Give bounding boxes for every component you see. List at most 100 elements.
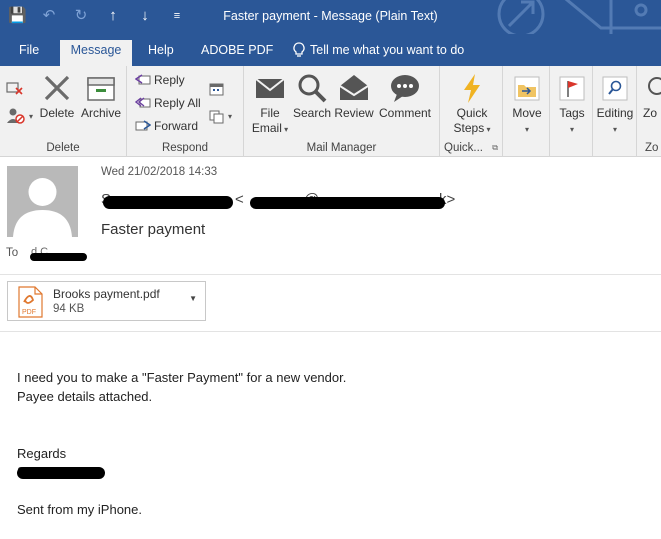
header-divider (0, 274, 661, 275)
file-email-caret: ▾ (281, 125, 289, 134)
delete-group: ▾ Delete Archive Delete (0, 66, 127, 157)
speech-bubble-icon (391, 75, 419, 102)
more-respond-icon (209, 110, 224, 124)
zoom-group: Zo Zo (637, 66, 661, 157)
more-respond-caret: ▾ (228, 111, 233, 121)
comment-label: Comment (378, 106, 431, 120)
forward-label: Forward (154, 119, 199, 133)
magnifier-icon (298, 74, 327, 103)
mail-manager-group: File Email ▾ Search Review Comment Mail … (244, 66, 440, 157)
envelope-icon (255, 78, 285, 98)
tell-me-search[interactable]: Tell me what you want to do (284, 40, 473, 66)
delete-label: Delete (39, 106, 75, 120)
find-icon (602, 76, 628, 101)
zoom-button[interactable]: Zo (643, 72, 661, 121)
flag-icon (559, 76, 585, 101)
forward-icon (135, 120, 151, 131)
tell-me-label: Tell me what you want to do (310, 43, 465, 57)
ignore-icon (6, 82, 23, 95)
respond-group-label: Respond (161, 142, 209, 154)
editing-caret: ▾ (612, 125, 617, 134)
delete-x-icon (44, 75, 70, 101)
body-line-1: I need you to make a "Faster Payment" fo… (17, 370, 347, 385)
delete-button[interactable]: Delete (38, 72, 76, 121)
tags-caret: ▾ (569, 125, 574, 134)
person-silhouette-icon (13, 178, 72, 237)
body-sent-from: Sent from my iPhone. (17, 502, 142, 517)
attachment-divider (0, 331, 661, 332)
tab-message[interactable]: Message (60, 40, 132, 66)
zoom-icon (648, 77, 661, 95)
file-email-button[interactable]: File Email ▾ (250, 72, 290, 137)
archive-button[interactable]: Archive (79, 72, 123, 121)
tags-button[interactable]: Tags ▾ (553, 72, 591, 137)
move-label: Move (512, 106, 542, 120)
tags-group: Tags ▾ (550, 66, 593, 157)
editing-button[interactable]: Editing ▾ (595, 72, 635, 137)
open-envelope-icon (339, 75, 369, 100)
file-email-label-line2: Email (251, 121, 282, 135)
respond-group: Reply Reply All Forward ▾ Respond (127, 66, 244, 157)
review-button[interactable]: Review (333, 72, 375, 121)
meeting-icon (209, 83, 224, 96)
file-email-label-line1: File (260, 106, 280, 120)
redaction-mark (17, 467, 105, 479)
archive-box-icon (87, 77, 115, 101)
avatar (7, 166, 78, 237)
zoom-group-label: Zo (645, 142, 659, 154)
title-bar: 💾 ↶ ↻ ↑ ↓ ≡ Faster payment - Message (Pl… (0, 0, 661, 34)
message-date: Wed 21/02/2018 14:33 (101, 166, 218, 178)
attachment-name: Brooks payment.pdf (53, 287, 160, 301)
search-button[interactable]: Search (292, 72, 332, 121)
redaction-mark (250, 197, 445, 209)
quick-steps-group: Quick Steps ▾ Quick... ⧉ (440, 66, 503, 157)
tab-adobe-pdf[interactable]: ADOBE PDF (192, 40, 282, 66)
attachment-dropdown-icon[interactable]: ▼ (189, 294, 197, 303)
reply-all-button[interactable]: Reply All (135, 93, 201, 113)
attachment-size: 94 KB (53, 303, 85, 315)
review-label: Review (334, 106, 374, 120)
move-button[interactable]: Move ▾ (507, 72, 547, 137)
junk-button[interactable]: ▾ (6, 106, 33, 126)
comment-button[interactable]: Comment (377, 72, 433, 121)
quick-steps-label-line2: Steps (453, 121, 485, 135)
pdf-type-label: PDF (22, 309, 36, 316)
junk-icon (7, 108, 25, 124)
lightbulb-icon (293, 42, 305, 57)
ignore-button[interactable] (6, 78, 24, 98)
move-group: Move ▾ (503, 66, 550, 157)
dialog-launcher-icon[interactable]: ⧉ (492, 143, 498, 153)
reply-label: Reply (154, 73, 185, 87)
reply-all-icon (135, 97, 151, 108)
reply-all-label: Reply All (154, 96, 201, 110)
body-regards: Regards (17, 446, 67, 461)
mail-manager-group-label: Mail Manager (306, 142, 377, 154)
quick-steps-label-line1: Quick (456, 106, 488, 120)
delete-group-label: Delete (46, 142, 80, 154)
tab-file[interactable]: File (10, 40, 48, 66)
sender-email-open: < (235, 191, 244, 208)
redaction-mark (103, 196, 233, 209)
message-subject: Faster payment (101, 221, 206, 238)
quick-steps-button[interactable]: Quick Steps ▾ (446, 72, 498, 137)
ribbon: ▾ Delete Archive Delete Reply Reply All … (0, 66, 661, 157)
ribbon-tabs: File Message Help ADOBE PDF Tell me what… (0, 34, 661, 66)
body-line-2: Payee details attached. (17, 389, 153, 404)
search-label: Search (292, 106, 332, 120)
zoom-label: Zo (643, 106, 658, 120)
reply-button[interactable]: Reply (135, 70, 185, 90)
attachment-chip[interactable]: PDF Brooks payment.pdf 94 KB ▼ (7, 281, 206, 321)
forward-button[interactable]: Forward (135, 116, 198, 136)
editing-group: Editing ▾ (593, 66, 637, 157)
editing-label: Editing (596, 106, 634, 120)
archive-label: Archive (80, 106, 121, 120)
window-title: Faster payment - Message (Plain Text) (223, 9, 438, 23)
junk-dropdown-caret: ▾ (29, 111, 34, 121)
meeting-reply-button[interactable] (209, 79, 225, 99)
tab-help[interactable]: Help (139, 40, 183, 66)
quick-steps-caret: ▾ (484, 125, 491, 134)
folder-move-icon (514, 76, 540, 101)
pdf-file-icon: PDF (18, 286, 43, 318)
redaction-mark (30, 253, 87, 261)
more-respond-button[interactable]: ▾ (209, 106, 232, 126)
